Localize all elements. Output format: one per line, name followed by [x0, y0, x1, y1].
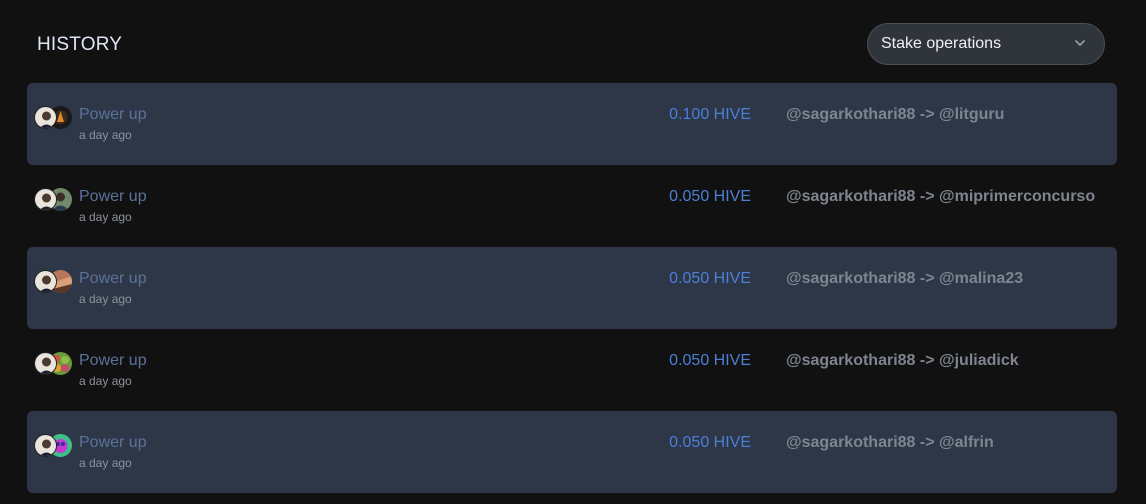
history-row[interactable]: Power up a day ago 0.100 HIVE @sagarkoth… [27, 83, 1117, 165]
page-title: HISTORY [37, 34, 123, 55]
avatar-pair [34, 188, 74, 212]
filter-selected-value: Stake operations [881, 35, 1002, 52]
operation-type[interactable]: Power up [79, 352, 147, 370]
avatar-from[interactable] [34, 270, 57, 293]
operation-time: a day ago [79, 128, 132, 142]
operation-filter-select[interactable]: Stake operations [867, 23, 1105, 65]
operation-accounts[interactable]: @sagarkothari88 -> @malina23 [786, 270, 1023, 288]
operation-type[interactable]: Power up [79, 270, 147, 288]
history-row[interactable]: Power up a day ago 0.050 HIVE @sagarkoth… [27, 165, 1117, 247]
operation-amount: 0.050 HIVE [669, 352, 751, 369]
operation-type[interactable]: Power up [79, 434, 147, 452]
operation-accounts[interactable]: @sagarkothari88 -> @litguru [786, 106, 1004, 124]
operation-amount: 0.050 HIVE [669, 270, 751, 287]
avatar-from[interactable] [34, 106, 57, 129]
avatar-from[interactable] [34, 352, 57, 375]
avatar-from[interactable] [34, 188, 57, 211]
avatar-from[interactable] [34, 434, 57, 457]
operation-time: a day ago [79, 374, 132, 388]
operation-time: a day ago [79, 456, 132, 470]
operation-type[interactable]: Power up [79, 106, 147, 124]
history-row[interactable]: Power up a day ago 0.050 HIVE @sagarkoth… [27, 411, 1117, 493]
avatar-pair [34, 434, 74, 458]
history-row[interactable]: Power up a day ago 0.050 HIVE @sagarkoth… [27, 329, 1117, 411]
operation-amount: 0.100 HIVE [669, 106, 751, 123]
history-row[interactable]: Power up a day ago 0.050 HIVE @sagarkoth… [27, 247, 1117, 329]
chevron-down-icon [1075, 40, 1085, 46]
avatar-pair [34, 270, 74, 294]
operation-type[interactable]: Power up [79, 188, 147, 206]
operation-time: a day ago [79, 210, 132, 224]
operation-time: a day ago [79, 292, 132, 306]
operation-amount: 0.050 HIVE [669, 434, 751, 451]
operation-accounts[interactable]: @sagarkothari88 -> @juliadick [786, 352, 1019, 370]
avatar-pair [34, 106, 74, 130]
operation-accounts[interactable]: @sagarkothari88 -> @alfrin [786, 434, 994, 452]
operation-amount: 0.050 HIVE [669, 188, 751, 205]
operation-accounts[interactable]: @sagarkothari88 -> @miprimerconcurso [786, 188, 1095, 206]
history-list: Power up a day ago 0.100 HIVE @sagarkoth… [27, 83, 1117, 493]
avatar-pair [34, 352, 74, 376]
